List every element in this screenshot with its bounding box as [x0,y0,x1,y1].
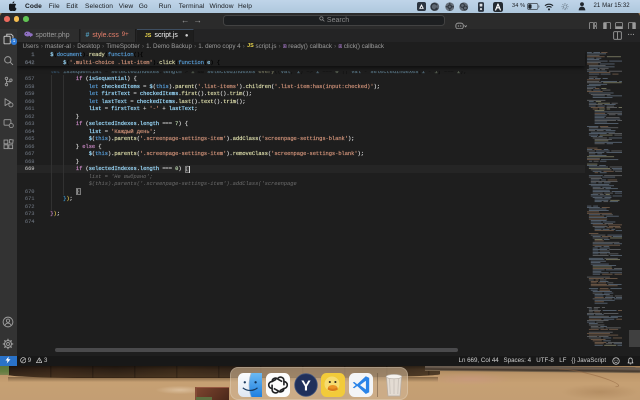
svg-text:Y: Y [301,378,311,394]
